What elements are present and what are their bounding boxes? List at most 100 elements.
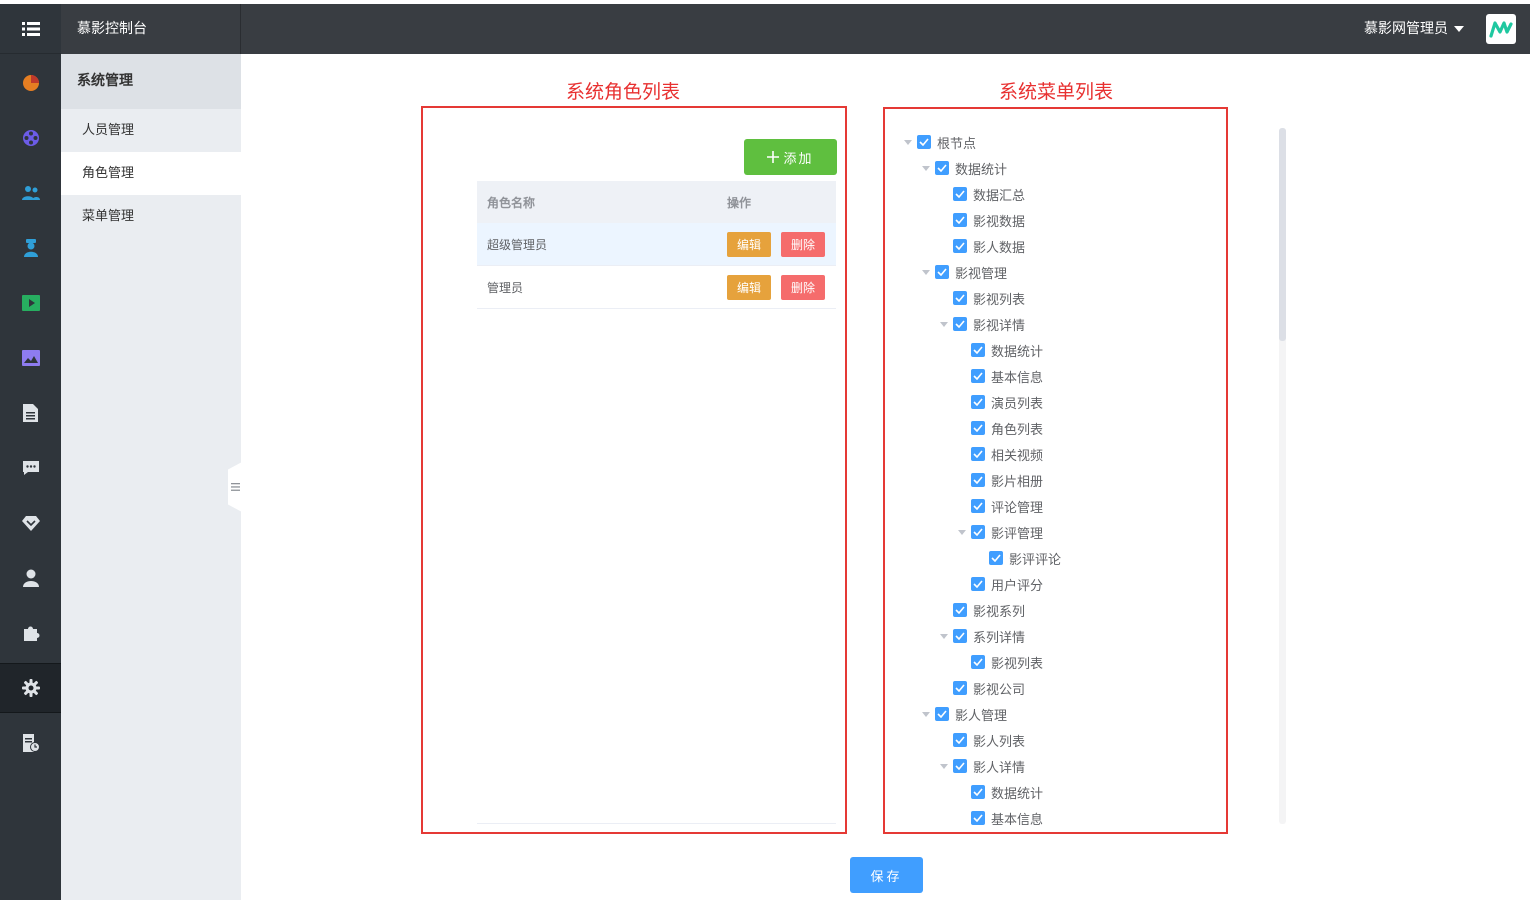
- user-menu[interactable]: 慕影网管理员: [1364, 4, 1464, 54]
- checkbox-checked-icon[interactable]: [971, 447, 985, 461]
- tree-node-label: 数据汇总: [973, 188, 1026, 204]
- tree-node[interactable]: 影人详情: [935, 753, 1025, 779]
- table-row[interactable]: 超级管理员 编辑 删除: [477, 223, 836, 266]
- document-icon: [23, 404, 38, 422]
- rail-item-film[interactable]: [0, 113, 61, 163]
- tree-node[interactable]: 根节点: [899, 129, 976, 155]
- sidebar-collapse-handle[interactable]: [228, 462, 242, 512]
- checkbox-checked-icon[interactable]: [953, 629, 967, 643]
- rail-item-videos[interactable]: [0, 278, 61, 328]
- tree-node[interactable]: 系列详情: [935, 623, 1025, 649]
- tree-node[interactable]: 基本信息: [953, 363, 1043, 389]
- tree-node[interactable]: 影视数据: [935, 207, 1025, 233]
- tree-node[interactable]: 影评评论: [971, 545, 1061, 571]
- tree-node[interactable]: 基本信息: [953, 805, 1043, 825]
- caret-expanded-icon[interactable]: [917, 259, 935, 285]
- checkbox-checked-icon[interactable]: [953, 239, 967, 253]
- tree-node[interactable]: 相关视频: [953, 441, 1043, 467]
- edit-role-button[interactable]: 编辑: [727, 231, 771, 257]
- add-role-button[interactable]: 添加: [744, 139, 837, 175]
- checkbox-checked-icon[interactable]: [971, 421, 985, 435]
- rail-item-documents[interactable]: [0, 388, 61, 438]
- tree-node[interactable]: 数据汇总: [935, 181, 1025, 207]
- checkbox-checked-icon[interactable]: [935, 265, 949, 279]
- checkbox-checked-icon[interactable]: [971, 655, 985, 669]
- checkbox-checked-icon[interactable]: [971, 525, 985, 539]
- save-button[interactable]: 保存: [850, 857, 923, 893]
- checkbox-checked-icon[interactable]: [989, 551, 1003, 565]
- tree-node[interactable]: 影视公司: [935, 675, 1025, 701]
- tree-node[interactable]: 数据统计: [953, 779, 1043, 805]
- caret-expanded-icon[interactable]: [953, 519, 971, 545]
- tree-node[interactable]: 评论管理: [953, 493, 1043, 519]
- tree-node[interactable]: 角色列表: [953, 415, 1043, 441]
- checkbox-checked-icon[interactable]: [935, 707, 949, 721]
- tree-node[interactable]: 数据统计: [917, 155, 1007, 181]
- table-row[interactable]: 管理员 编辑 删除: [477, 266, 836, 309]
- caret-expanded-icon[interactable]: [935, 623, 953, 649]
- checkbox-checked-icon[interactable]: [971, 499, 985, 513]
- rail-item-reports[interactable]: [0, 718, 61, 768]
- subnav-item-staff[interactable]: 人员管理: [61, 109, 241, 152]
- checkbox-checked-icon[interactable]: [953, 759, 967, 773]
- rail-item-plugins[interactable]: [0, 608, 61, 658]
- checkbox-checked-icon[interactable]: [971, 473, 985, 487]
- checkbox-checked-icon[interactable]: [953, 733, 967, 747]
- rail-item-actors[interactable]: [0, 223, 61, 273]
- checkbox-checked-icon[interactable]: [953, 213, 967, 227]
- checkbox-checked-icon[interactable]: [935, 161, 949, 175]
- tree-node[interactable]: 影人管理: [917, 701, 1007, 727]
- diamond-icon: [21, 516, 40, 531]
- tree-node[interactable]: 影视管理: [917, 259, 1007, 285]
- checkbox-checked-icon[interactable]: [971, 395, 985, 409]
- tree-node[interactable]: 影人数据: [935, 233, 1025, 259]
- rail-item-vip[interactable]: [0, 498, 61, 548]
- app-logo[interactable]: [1486, 14, 1516, 44]
- rail-item-comments[interactable]: [0, 443, 61, 493]
- rail-item-images[interactable]: [0, 333, 61, 383]
- tree-node[interactable]: 影视系列: [935, 597, 1025, 623]
- caret-expanded-icon[interactable]: [917, 701, 935, 727]
- checkbox-checked-icon[interactable]: [971, 343, 985, 357]
- rail-item-settings[interactable]: [0, 663, 61, 713]
- delete-role-button[interactable]: 删除: [781, 274, 825, 300]
- caret-expanded-icon[interactable]: [935, 753, 953, 779]
- checkbox-checked-icon[interactable]: [971, 785, 985, 799]
- tree-node[interactable]: 影视列表: [935, 285, 1025, 311]
- tree-node[interactable]: 影片相册: [953, 467, 1043, 493]
- tree-node[interactable]: 影视详情: [935, 311, 1025, 337]
- edit-role-button[interactable]: 编辑: [727, 274, 771, 300]
- checkbox-checked-icon[interactable]: [953, 603, 967, 617]
- checkbox-checked-icon[interactable]: [971, 369, 985, 383]
- checkbox-checked-icon[interactable]: [953, 291, 967, 305]
- tree-node[interactable]: 用户评分: [953, 571, 1043, 597]
- puzzle-icon: [23, 626, 40, 641]
- checkbox-checked-icon[interactable]: [953, 317, 967, 331]
- rail-item-users[interactable]: [0, 168, 61, 218]
- menu-toggle-button[interactable]: [0, 4, 61, 54]
- checkbox-checked-icon[interactable]: [953, 681, 967, 695]
- caret-expanded-icon[interactable]: [899, 129, 917, 155]
- tree-node[interactable]: 影视列表: [953, 649, 1043, 675]
- checkbox-checked-icon[interactable]: [953, 187, 967, 201]
- roles-panel-title: 系统角色列表: [565, 81, 680, 103]
- delete-role-button[interactable]: 删除: [781, 231, 825, 257]
- tree-node[interactable]: 影评管理: [953, 519, 1043, 545]
- subnav-item-roles[interactable]: 角色管理: [61, 152, 241, 195]
- tree-node[interactable]: 影人列表: [935, 727, 1025, 753]
- tree-node[interactable]: 数据统计: [953, 337, 1043, 363]
- checkbox-checked-icon[interactable]: [971, 577, 985, 591]
- tree-node[interactable]: 演员列表: [953, 389, 1043, 415]
- checkbox-checked-icon[interactable]: [971, 811, 985, 825]
- checkbox-checked-icon[interactable]: [917, 135, 931, 149]
- rail-item-account[interactable]: [0, 553, 61, 603]
- rail-item-statistics[interactable]: [0, 58, 61, 108]
- subnav-item-menus[interactable]: 菜单管理: [61, 195, 241, 238]
- caret-expanded-icon[interactable]: [917, 155, 935, 181]
- caret-expanded-icon[interactable]: [935, 311, 953, 337]
- tree-node-label: 基本信息: [991, 370, 1044, 386]
- tree-scrollbar-thumb[interactable]: [1279, 128, 1286, 341]
